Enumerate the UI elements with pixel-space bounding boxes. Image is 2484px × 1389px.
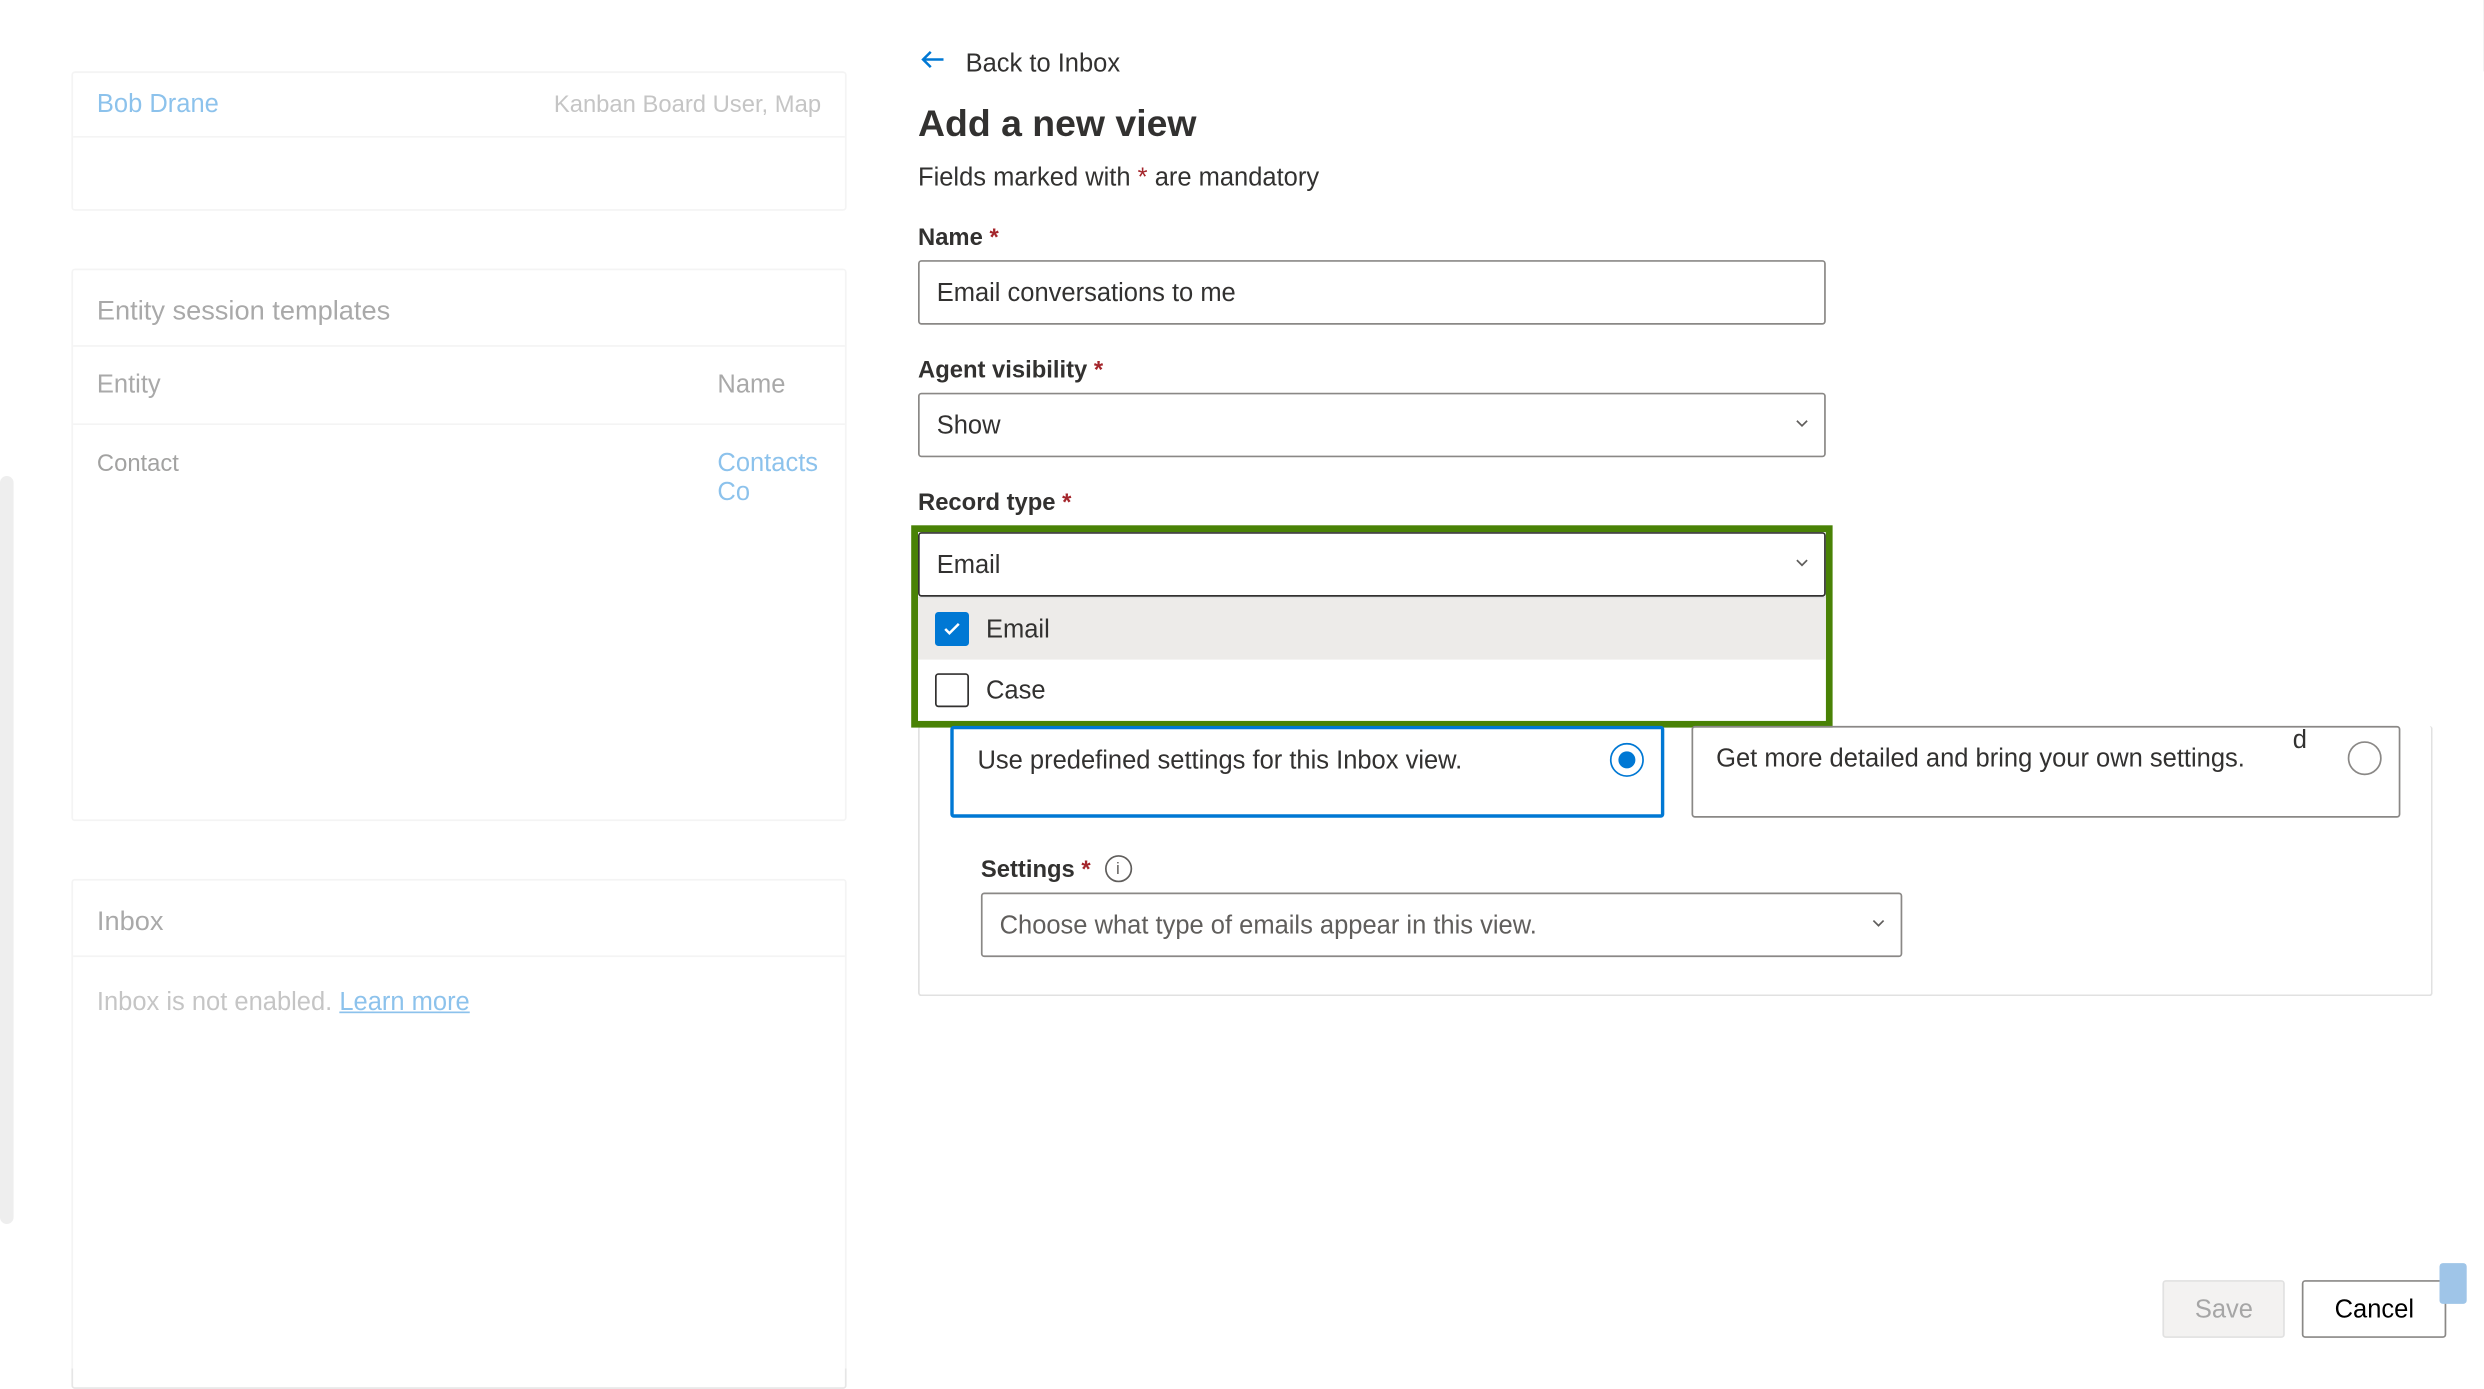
back-to-inbox-link[interactable]: Back to Inbox [918,44,2433,81]
user-roles: Kanban Board User, Map [554,90,821,119]
option-email-label: Email [986,615,1050,644]
agent-visibility-value: Show [918,393,1826,458]
checkbox-checked-icon [935,612,969,646]
panel-title: Add a new view [918,102,2433,146]
option-case-label: Case [986,676,1046,705]
record-type-label: Record type * [918,488,1826,515]
user-section: Bob Drane Kanban Board User, Map [71,71,846,210]
name-group: Name * [918,223,1826,325]
section-title: Entity session templates [73,270,845,345]
col-entity: Entity [97,371,718,400]
settings-placeholder: Choose what type of emails appear in thi… [981,893,1902,958]
inbox-section: Inbox Inbox is not enabled. Learn more [71,879,846,1389]
option-cards: Use predefined settings for this Inbox v… [950,726,2400,818]
col-name: Name [717,371,821,400]
agent-visibility-label: Agent visibility * [918,355,1826,382]
settings-sub: Settings * i Choose what type of emails … [950,855,1902,957]
record-type-option-case[interactable]: Case [918,660,1826,721]
row-name-link[interactable]: Contacts Co [717,449,821,507]
radio-unselected-icon [2348,741,2382,775]
radio-selected-icon [1609,743,1643,777]
name-label: Name * [918,223,1826,250]
advanced-option-card[interactable]: d Get more detailed and bring your own s… [1691,726,2401,818]
entity-session-templates-section: Entity session templates Entity Name Con… [71,269,846,822]
record-type-group: Record type * [918,488,1826,515]
name-input[interactable] [918,260,1826,325]
inbox-not-enabled-text: Inbox is not enabled. [97,988,339,1017]
advanced-card-desc: Get more detailed and bring your own set… [1716,745,2245,774]
agent-visibility-group: Agent visibility * Show [918,355,1826,457]
inbox-title: Inbox [73,881,845,956]
info-icon[interactable]: i [1104,855,1131,882]
record-type-dropdown[interactable]: Email Email Case [911,525,1832,727]
back-label: Back to Inbox [966,48,1121,77]
mandatory-note: Fields marked with * are mandatory [918,163,2433,192]
add-view-panel: Back to Inbox Add a new view Fields mark… [867,0,2484,1369]
panel-footer: Save Cancel [2163,1280,2447,1338]
settings-label: Settings * [981,855,1091,882]
row-entity: Contact [97,449,718,507]
simple-option-card[interactable]: Use predefined settings for this Inbox v… [950,726,1663,818]
simple-card-desc: Use predefined settings for this Inbox v… [978,746,1463,775]
agent-visibility-select[interactable]: Show [918,393,1826,458]
record-type-value: Email [918,532,1826,597]
cancel-button[interactable]: Cancel [2302,1280,2446,1338]
settings-select[interactable]: Choose what type of emails appear in thi… [981,893,1902,958]
checkbox-unchecked-icon [935,673,969,707]
settings-zone: Use predefined settings for this Inbox v… [918,726,2433,996]
scrollbar[interactable] [0,476,14,1224]
record-type-option-email[interactable]: Email [918,598,1826,659]
back-arrow-icon [918,44,949,81]
save-button: Save [2163,1280,2286,1338]
user-link[interactable]: Bob Drane [97,90,219,119]
advanced-title-fragment: d [2293,726,2307,755]
record-type-options: Email Case [918,597,1826,721]
decorative-corner [2440,1263,2467,1304]
background-content: Bob Drane Kanban Board User, Map Entity … [0,0,867,1369]
learn-more-link[interactable]: Learn more [339,988,469,1017]
